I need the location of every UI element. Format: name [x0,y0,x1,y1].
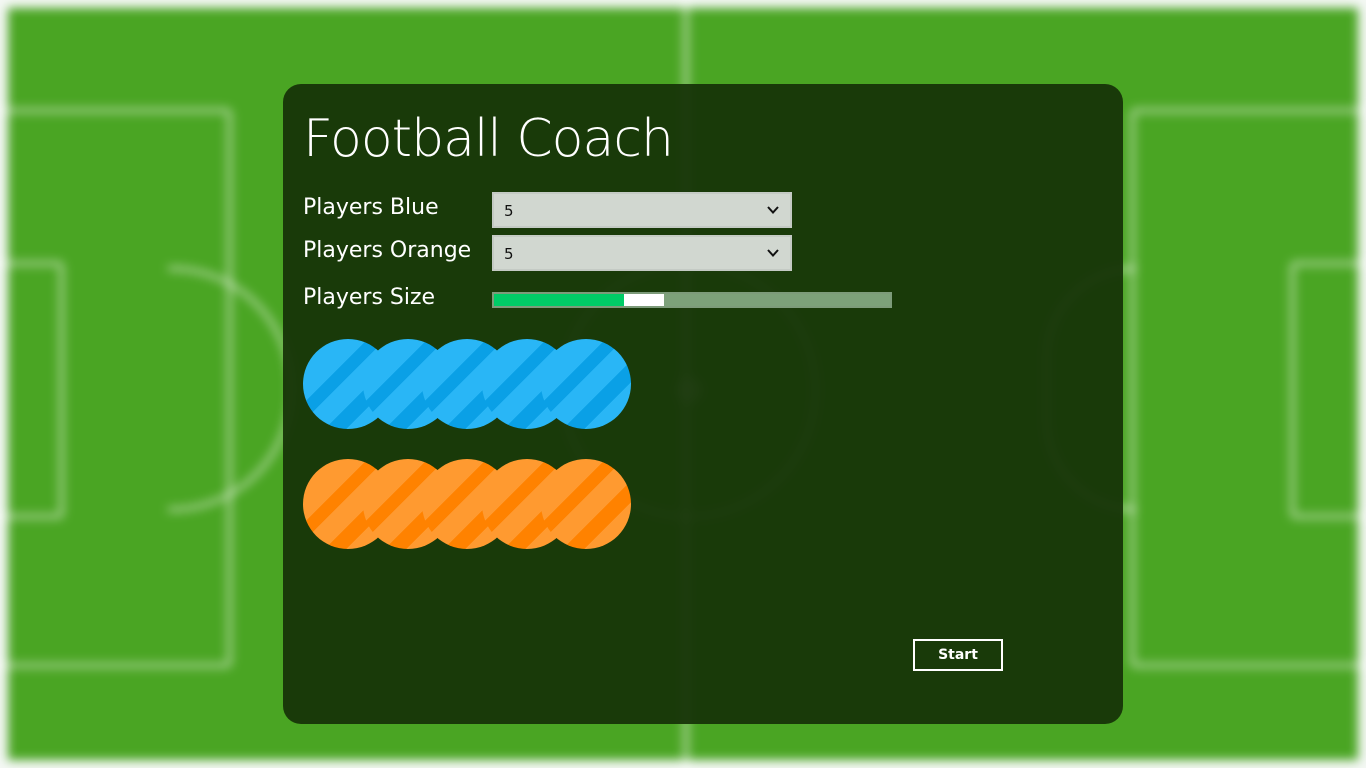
players-blue-label: Players Blue [303,195,439,220]
orange-player-token [541,459,631,549]
players-blue-select[interactable]: 5 [492,192,792,228]
slider-thumb[interactable] [624,294,664,306]
chevron-down-icon [767,249,779,257]
chevron-down-icon [767,206,779,214]
start-button[interactable]: Start [913,639,1003,671]
blue-team-tokens [303,339,643,431]
blue-player-token [541,339,631,429]
players-size-label: Players Size [303,285,436,310]
players-orange-value: 5 [504,245,514,263]
settings-dialog: Football Coach Players Blue 5 Players Or… [283,84,1123,724]
orange-team-tokens [303,459,643,551]
players-size-slider[interactable] [492,292,892,308]
slider-fill [494,294,624,306]
players-blue-value: 5 [504,202,514,220]
players-orange-label: Players Orange [303,238,472,263]
players-orange-select[interactable]: 5 [492,235,792,271]
page-title: Football Coach [303,109,674,169]
